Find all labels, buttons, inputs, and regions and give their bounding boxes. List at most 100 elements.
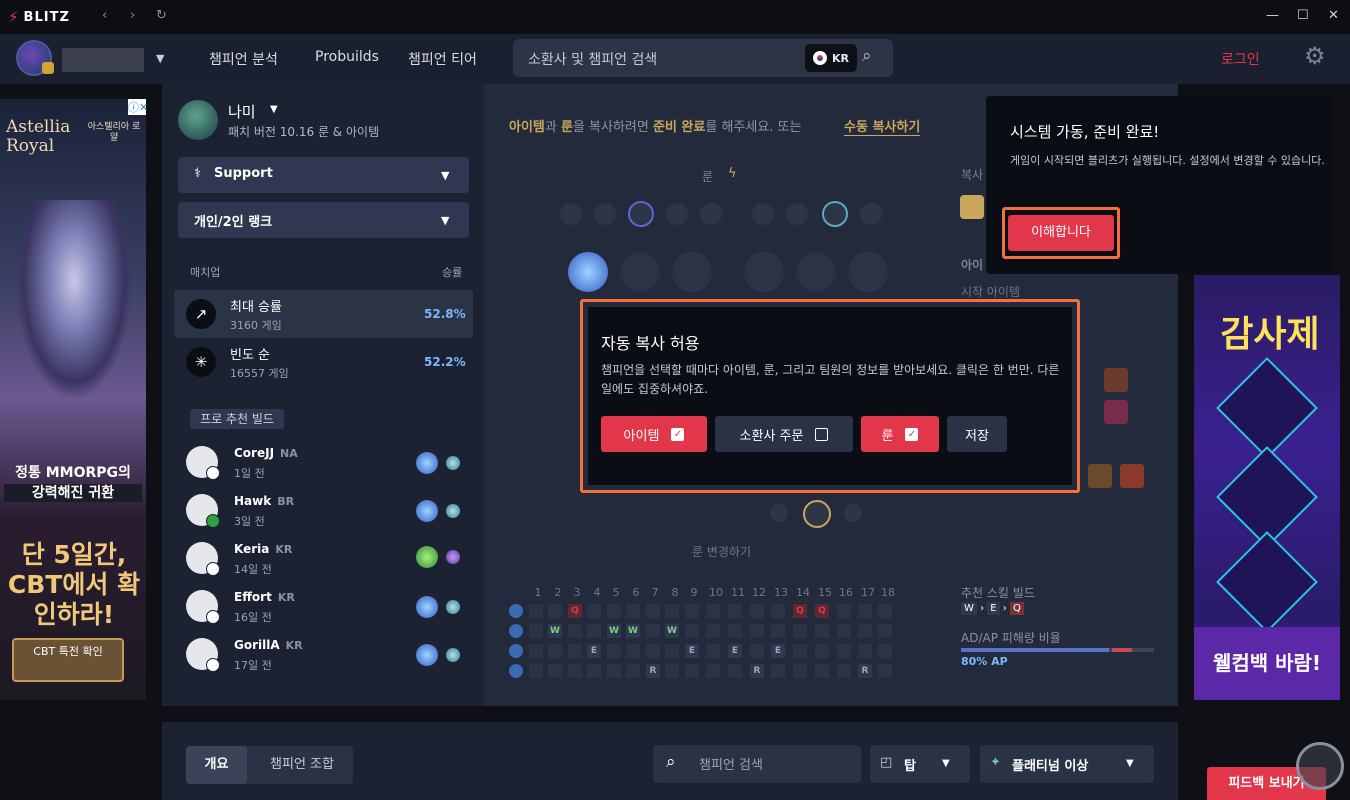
ad-right-footer: 웰컴백 바람!: [1194, 627, 1340, 700]
chevron-down-icon: ▼: [942, 758, 950, 769]
toggle-items-button[interactable]: 아이템 ✓: [601, 416, 707, 452]
stat-shard[interactable]: [770, 504, 788, 522]
pro-build-row[interactable]: GorillA KR 17일 전: [186, 638, 476, 682]
level-number: 2: [554, 586, 562, 599]
pro-build-row[interactable]: Effort KR 16일 전: [186, 590, 476, 634]
skill-icon: [509, 624, 523, 638]
pro-build-row[interactable]: Keria KR 14일 전: [186, 542, 476, 586]
skill-cell: [685, 604, 699, 618]
secondary-rune-icon: [446, 456, 460, 470]
keystone-icon[interactable]: [620, 252, 660, 292]
forward-button[interactable]: ›: [130, 8, 135, 23]
save-button[interactable]: 저장: [947, 416, 1007, 452]
rune-slot[interactable]: [594, 203, 616, 225]
overlay-toggle-button[interactable]: [1296, 742, 1344, 790]
toggle-summoner-button[interactable]: 소환사 주문: [715, 416, 853, 452]
champion-portrait[interactable]: [178, 100, 218, 140]
rune-icon[interactable]: [848, 252, 888, 292]
search-icon[interactable]: ⌕: [862, 46, 872, 66]
rune-slot[interactable]: [666, 203, 688, 225]
rune-change-link[interactable]: 룬 변경하기: [692, 543, 751, 560]
ad-line-2: 강력해진 귀환: [4, 484, 142, 503]
flag-icon: [206, 466, 220, 480]
rune-icon[interactable]: [744, 252, 784, 292]
search-icon: ⌕: [666, 752, 676, 772]
manual-copy-link[interactable]: 수동 복사하기: [844, 116, 921, 136]
toggle-rune-button[interactable]: 룬 ✓: [861, 416, 939, 452]
level-number: 10: [709, 586, 723, 599]
player-time: 14일 전: [234, 563, 272, 576]
brazil-flag-icon: [206, 514, 220, 528]
player-name: CoreJJ: [234, 446, 275, 460]
rune-slot[interactable]: [560, 203, 582, 225]
skill-cell: [706, 604, 720, 618]
stat-shard[interactable]: [844, 504, 862, 522]
rune-slot[interactable]: [860, 203, 882, 225]
sort-games: 16557 게임: [230, 367, 289, 380]
checkbox-checked-icon: ✓: [905, 427, 919, 441]
chevron-down-icon[interactable]: ▼: [270, 104, 278, 115]
sort-title: 최대 승률: [230, 300, 282, 315]
skill-cell: [607, 604, 621, 618]
nav-champion-tier[interactable]: 챔피언 티어: [408, 49, 477, 69]
username-redacted[interactable]: [62, 48, 144, 72]
reload-button[interactable]: ↻: [156, 8, 167, 23]
hint-ready: 준비 완료: [652, 120, 706, 135]
skill-cell: [568, 664, 582, 678]
gear-icon[interactable]: ⚙: [1304, 42, 1326, 70]
chevron-down-icon[interactable]: ▼: [156, 52, 164, 65]
keystone-icon[interactable]: [672, 252, 712, 292]
hint-text: 을 복사하려면: [572, 120, 653, 135]
maximize-button[interactable]: ☐: [1297, 8, 1309, 23]
skill-cell: [706, 624, 720, 638]
item-icon: [960, 195, 984, 219]
champion-name[interactable]: 나미: [228, 101, 256, 122]
nav-champion-analysis[interactable]: 챔피언 분석: [209, 49, 278, 69]
ad-headline: 단 5일간, CBT에서 확인하라!: [7, 540, 141, 629]
rune-slot[interactable]: [700, 203, 722, 225]
player-name-line: Keria KR: [234, 542, 292, 557]
rune-tree-selected[interactable]: [628, 201, 654, 227]
skill-cell: [626, 664, 640, 678]
login-button[interactable]: 로그인: [1221, 49, 1260, 69]
rune-tree-secondary[interactable]: [822, 201, 848, 227]
ad-info-icon[interactable]: ⓘ✕: [128, 99, 148, 115]
rune-section-label: 룬: [702, 170, 714, 184]
player-avatar: [186, 542, 220, 576]
pro-build-row[interactable]: Hawk BR 3일 전: [186, 494, 476, 538]
skill-order-grid: QQQWWWWEEEERRR: [509, 604, 892, 684]
skill-cell: Q: [815, 604, 829, 618]
region-selector[interactable]: KR: [805, 44, 857, 72]
matchup-header: 매치업: [190, 266, 221, 279]
player-avatar: [186, 590, 220, 624]
item-icon: [1104, 400, 1128, 424]
tab-overview[interactable]: 개요: [186, 746, 247, 784]
skill-cell: [529, 664, 543, 678]
secondary-rune-icon: [446, 550, 460, 564]
secondary-rune-icon: [446, 504, 460, 518]
stat-shard-selected[interactable]: [803, 500, 831, 528]
ad-cta-button[interactable]: CBT 특전 확인: [12, 638, 124, 682]
nav-probuilds[interactable]: Probuilds: [315, 49, 379, 65]
minimize-button[interactable]: —: [1266, 8, 1279, 23]
player-name: Keria: [234, 542, 270, 556]
hint-items: 아이템: [509, 120, 545, 135]
rune-slot[interactable]: [752, 203, 774, 225]
platinum-tier-icon: ✦: [990, 755, 1001, 770]
skill-cell: [646, 644, 660, 658]
skill-icon: [509, 604, 523, 618]
rune-slot[interactable]: [786, 203, 808, 225]
back-button[interactable]: ‹: [102, 8, 107, 23]
keystone-aery-icon[interactable]: [568, 252, 608, 292]
skill-cell: Q: [793, 604, 807, 618]
level-number: 6: [632, 586, 640, 599]
close-button[interactable]: ✕: [1328, 8, 1339, 23]
player-name: Effort: [234, 590, 272, 604]
tab-champion-combo[interactable]: 챔피언 조합: [255, 746, 349, 784]
rune-icon[interactable]: [796, 252, 836, 292]
ad-line-1: 정통 MMORPG의: [15, 465, 131, 481]
level-number: 14: [796, 586, 810, 599]
understand-button[interactable]: 이해합니다: [1008, 215, 1114, 251]
pro-build-row[interactable]: CoreJJ NA 1일 전: [186, 446, 476, 490]
search-placeholder: 소환사 및 챔피언 검색: [528, 52, 658, 68]
